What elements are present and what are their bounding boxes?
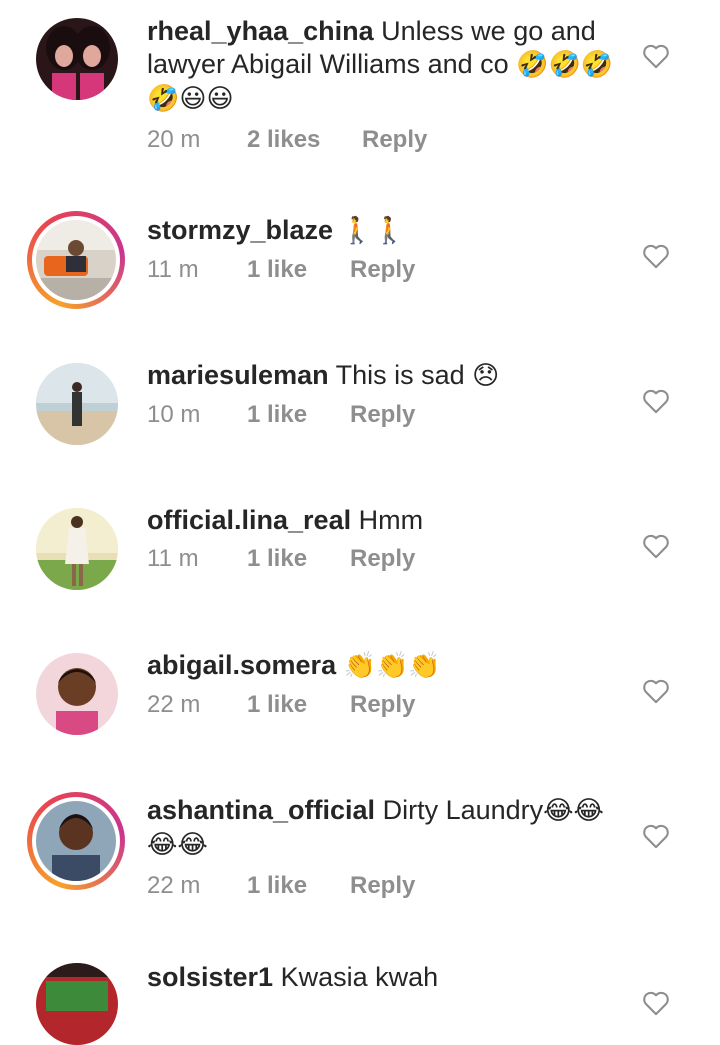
reply-button[interactable]: Reply xyxy=(350,545,415,573)
comment-username[interactable]: rheal_yhaa_china xyxy=(147,16,374,46)
avatar[interactable] xyxy=(36,963,118,1045)
comment-text: solsister1 Kwasia kwah xyxy=(147,961,627,994)
avatar[interactable] xyxy=(36,18,118,100)
comment-text: official.lina_real Hmm xyxy=(147,504,627,537)
comment-likes-count[interactable]: 1 like xyxy=(247,401,350,429)
comment-emoji: 🚶🚶 xyxy=(340,216,406,246)
comment-likes-count[interactable]: 1 like xyxy=(247,545,350,573)
comment-body: This is sad xyxy=(335,360,465,390)
comment-username[interactable]: solsister1 xyxy=(147,962,273,992)
avatar-image xyxy=(36,963,118,1045)
comment-username[interactable]: abigail.somera xyxy=(147,650,336,680)
comment-time: 22 m xyxy=(147,872,201,899)
comment-text: ashantina_official Dirty Laundry😂😂😂😂 xyxy=(147,794,627,862)
heart-outline-icon[interactable] xyxy=(642,243,670,269)
comment-likes-count[interactable]: 2 likes xyxy=(247,126,362,154)
comment-meta: 10 m 1 like Reply xyxy=(147,401,627,429)
comment-time: 22 m xyxy=(147,691,201,718)
comment-text: mariesuleman This is sad 😞 xyxy=(147,359,627,393)
comment-likes-count[interactable]: 1 like xyxy=(247,691,350,719)
avatar-image xyxy=(36,653,118,735)
comment-meta: 20 m 2 likes Reply xyxy=(147,126,627,154)
avatar-image xyxy=(36,220,116,300)
comment-meta: 11 m 1 like Reply xyxy=(147,545,627,573)
comment-body: Kwasia kwah xyxy=(280,962,439,992)
heart-outline-icon[interactable] xyxy=(642,43,670,69)
comment-likes-count[interactable]: 1 like xyxy=(247,256,350,284)
avatar-image xyxy=(36,18,118,100)
avatar-image xyxy=(36,363,118,445)
comment-text: rheal_yhaa_china Unless we go and lawyer… xyxy=(147,15,627,116)
comment-username[interactable]: ashantina_official xyxy=(147,795,375,825)
heart-outline-icon[interactable] xyxy=(642,823,670,849)
reply-button[interactable]: Reply xyxy=(350,691,415,719)
heart-outline-icon[interactable] xyxy=(642,990,670,1016)
comment-username[interactable]: stormzy_blaze xyxy=(147,215,333,245)
comment-time: 11 m xyxy=(147,256,199,283)
avatar-image xyxy=(36,801,116,881)
heart-outline-icon[interactable] xyxy=(642,533,670,559)
comment-time: 11 m xyxy=(147,545,199,572)
comment-emoji: 😞 xyxy=(472,361,500,391)
comment-emoji: 👏👏👏 xyxy=(343,651,441,681)
reply-button[interactable]: Reply xyxy=(350,256,415,284)
comment-time: 10 m xyxy=(147,401,201,428)
comment-likes-count[interactable]: 1 like xyxy=(247,872,350,900)
avatar-image xyxy=(36,508,118,590)
reply-button[interactable]: Reply xyxy=(362,126,427,154)
reply-button[interactable]: Reply xyxy=(350,872,415,900)
comment-username[interactable]: mariesuleman xyxy=(147,360,329,390)
heart-outline-icon[interactable] xyxy=(642,678,670,704)
avatar[interactable] xyxy=(36,508,118,590)
comment-meta: 22 m 1 like Reply xyxy=(147,691,627,719)
comment-username[interactable]: official.lina_real xyxy=(147,505,351,535)
comment-meta: 11 m 1 like Reply xyxy=(147,256,627,284)
avatar-story-ring[interactable] xyxy=(27,792,125,890)
comment-body: Dirty Laundry xyxy=(382,795,544,825)
avatar-story-ring[interactable] xyxy=(27,211,125,309)
comment-meta: 22 m 1 like Reply xyxy=(147,872,627,900)
comment-time: 20 m xyxy=(147,126,201,153)
comment-text: abigail.somera 👏👏👏 xyxy=(147,649,627,683)
avatar[interactable] xyxy=(36,653,118,735)
comment-text: stormzy_blaze 🚶🚶 xyxy=(147,214,627,248)
reply-button[interactable]: Reply xyxy=(350,401,415,429)
avatar[interactable] xyxy=(36,363,118,445)
heart-outline-icon[interactable] xyxy=(642,388,670,414)
comment-body: Hmm xyxy=(358,505,424,535)
